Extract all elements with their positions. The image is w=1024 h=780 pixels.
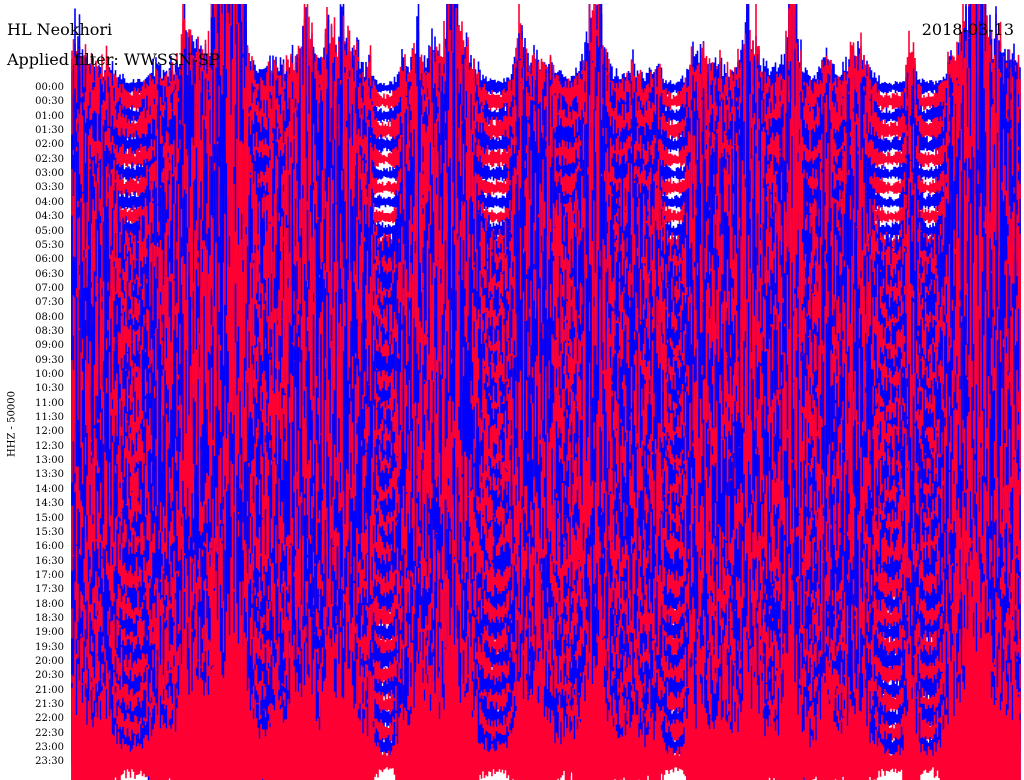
time-tick-label: 13:00 [35,455,64,467]
time-tick-label: 00:30 [35,96,64,108]
time-tick-label: 17:00 [35,569,64,581]
time-tick-label: 15:30 [35,526,64,538]
time-tick-label: 02:00 [35,139,64,151]
seismogram-plot [71,4,1021,780]
time-tick-label: 10:30 [35,383,64,395]
record-date: 2018-03-13 [921,20,1014,39]
time-tick-label: 20:00 [35,656,64,667]
time-tick-label: 18:00 [35,598,64,610]
time-tick-label: 23:00 [35,742,64,754]
time-tick-label: 10:00 [35,369,64,380]
time-tick-label: 08:00 [35,311,64,323]
time-tick-label: 01:00 [35,110,64,122]
time-tick-label: 11:00 [35,397,64,409]
time-tick-label: 12:30 [35,440,64,452]
time-tick-label: 05:00 [35,225,64,237]
time-tick-label: 16:00 [35,541,64,553]
time-tick-label: 21:00 [35,684,64,696]
time-tick-label: 12:00 [35,426,64,438]
station-name: HL Neokhori [7,20,113,39]
time-tick-label: 00:00 [35,82,64,93]
time-tick-label: 09:30 [35,354,64,366]
time-tick-label: 07:30 [35,297,64,309]
time-tick-label: 01:30 [35,125,64,137]
time-tick-label: 15:00 [35,512,64,524]
time-tick-label: 19:30 [35,641,64,653]
time-tick-label: 21:30 [35,699,64,711]
time-tick-label: 09:00 [35,340,64,352]
time-tick-label: 03:30 [35,182,64,194]
time-tick-label: 20:30 [35,670,64,682]
time-tick-label: 06:00 [35,254,64,266]
time-tick-label: 18:30 [35,612,64,624]
time-tick-label: 14:30 [35,498,64,510]
time-tick-label: 04:00 [35,196,64,208]
time-tick-label: 16:30 [35,555,64,567]
time-tick-label: 11:30 [35,412,64,424]
time-tick-label: 04:30 [35,211,64,223]
time-tick-label: 17:30 [35,584,64,596]
time-tick-label: 14:00 [35,483,64,495]
time-tick-label: 22:30 [35,727,64,739]
time-tick-label: 22:00 [35,713,64,725]
time-tick-label: 03:00 [35,168,64,180]
time-tick-label: 07:00 [35,282,64,294]
time-tick-label: 19:00 [35,627,64,639]
filter-label: Applied filter: WWSSN-SP [7,50,220,69]
time-tick-label: 02:30 [35,153,64,165]
time-tick-label: 05:30 [35,239,64,251]
time-tick-label: 23:30 [35,756,64,768]
time-tick-label: 08:30 [35,325,64,337]
time-tick-label: 13:30 [35,469,64,481]
time-tick-label: 06:30 [35,268,64,280]
